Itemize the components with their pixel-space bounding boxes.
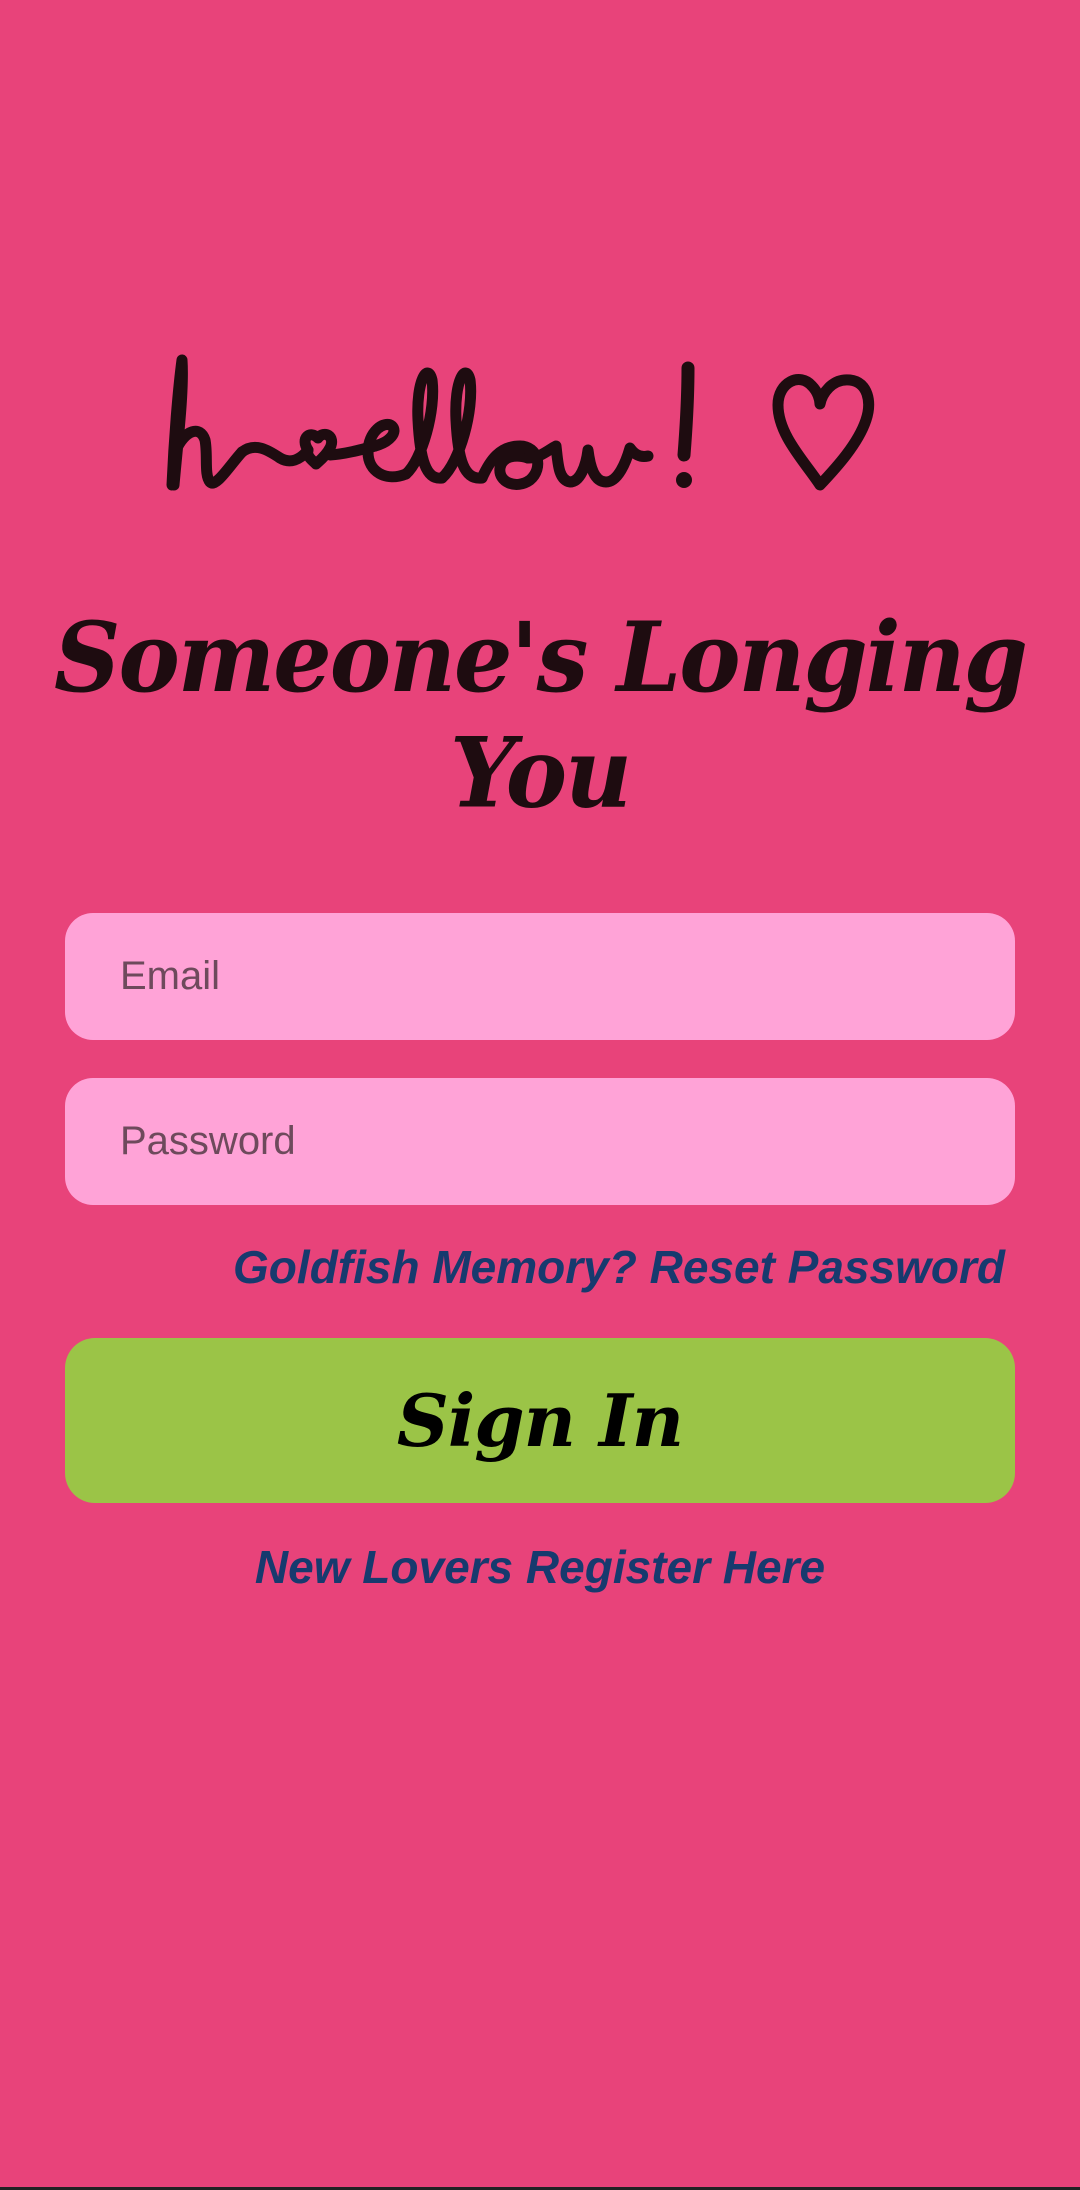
- email-input[interactable]: [118, 912, 1015, 1041]
- email-field[interactable]: [65, 912, 1015, 1041]
- register-link[interactable]: New Lovers Register Here: [0, 1540, 1080, 1594]
- sign-in-label: Sign In: [396, 1378, 684, 1463]
- password-field[interactable]: [65, 1077, 1015, 1206]
- reset-password-link[interactable]: Goldfish Memory? Reset Password: [233, 1240, 1005, 1294]
- tagline-heading: Someone's Longing You: [54, 600, 1028, 830]
- logo-script-graphic: [166, 354, 875, 491]
- password-input[interactable]: [118, 1077, 1015, 1206]
- sign-in-button[interactable]: Sign In: [65, 1338, 1015, 1503]
- app-logo: hellow! ♡: [160, 350, 920, 500]
